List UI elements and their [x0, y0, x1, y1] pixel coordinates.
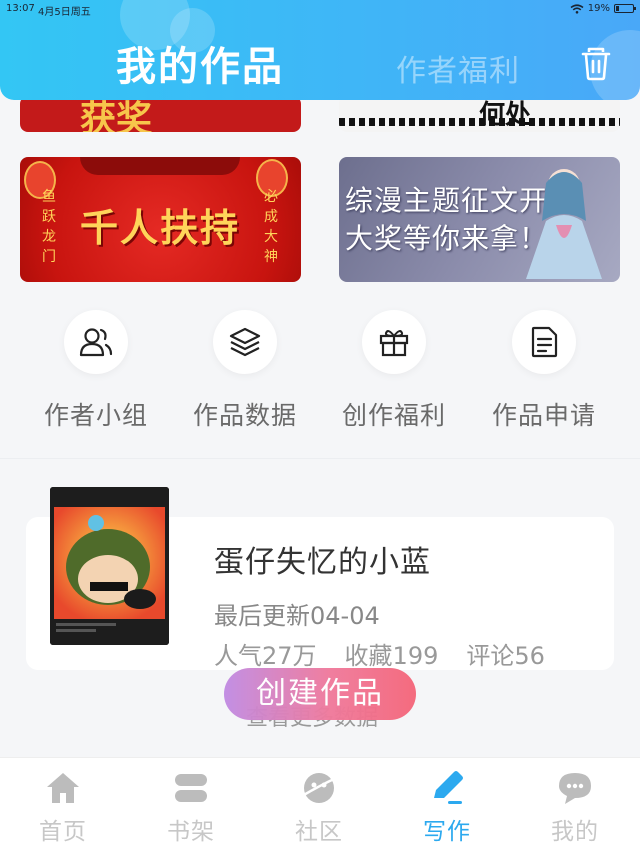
nav-label: 社区: [295, 819, 343, 845]
stat-popularity: 人气27万: [214, 642, 317, 670]
nav-community[interactable]: 社区: [269, 768, 369, 846]
planet-icon: [301, 773, 337, 803]
nav-label: 书架: [167, 819, 215, 845]
bookshelf-icon: [175, 774, 207, 802]
nav-label: 写作: [423, 819, 471, 845]
banner-top-left-text: 获奖: [80, 99, 153, 132]
stat-favorites: 收藏199: [344, 642, 439, 670]
status-time: 13:07: [6, 3, 35, 14]
bottom-nav: 首页 书架 社区 写作 我的: [0, 757, 640, 853]
gift-icon: [379, 330, 409, 357]
nav-write[interactable]: 写作: [397, 768, 497, 846]
battery-level: [616, 6, 620, 11]
status-bar: 13:07 4月5日周五 19%: [0, 0, 640, 18]
entry-circle: [64, 310, 128, 374]
trash-icon[interactable]: [580, 46, 612, 82]
entry-label: 作者小组: [43, 401, 148, 430]
work-title[interactable]: 蛋仔失忆的小蓝: [214, 537, 431, 581]
entry-circle: [512, 310, 576, 374]
work-stats: 人气27万 收藏199 评论56: [214, 636, 545, 671]
nav-label: 我的: [551, 819, 599, 845]
banner-thousand-support[interactable]: 鱼跃龙门 必成大神 千人扶持: [20, 157, 301, 282]
banner-side-right: 必成大神: [264, 189, 278, 265]
banner-side-left: 鱼跃龙门: [42, 189, 56, 265]
battery-icon: [614, 4, 636, 13]
chat-icon: [559, 773, 591, 804]
banner-essay-contest[interactable]: 综漫主题征文开启 大奖等你来拿！: [339, 157, 620, 282]
cover-illustration: [50, 487, 169, 645]
entry-label: 作品申请: [491, 401, 596, 430]
entry-work-application[interactable]: 作品申请: [474, 310, 614, 432]
nav-label: 首页: [39, 819, 87, 845]
nav-icon-wrap: [141, 768, 241, 808]
nav-icon-wrap: [269, 768, 369, 808]
nav-bookshelf[interactable]: 书架: [141, 768, 241, 846]
banner-curtain: [80, 157, 240, 175]
entry-work-data[interactable]: 作品数据: [175, 310, 315, 432]
entry-circle: [213, 310, 277, 374]
entry-label: 作品数据: [192, 401, 297, 430]
banner-title: 千人扶持: [80, 205, 241, 250]
banner-top-right-text: 何处: [479, 100, 532, 130]
anime-figure-illustration: [526, 169, 602, 279]
battery-percent: 19%: [587, 3, 610, 14]
banner-top-right[interactable]: 何处: [339, 96, 620, 132]
entry-circle: [362, 310, 426, 374]
section-divider: [0, 458, 640, 459]
tab-my-works[interactable]: 我的作品: [116, 34, 284, 92]
users-icon: [79, 328, 113, 357]
status-right: 19%: [570, 3, 636, 14]
nav-mine[interactable]: 我的: [525, 768, 625, 846]
nav-icon-wrap: [525, 768, 625, 808]
work-cover[interactable]: [50, 487, 169, 645]
home-icon: [47, 773, 79, 803]
create-work-button[interactable]: 创建作品: [224, 668, 416, 720]
stat-comments: 评论56: [466, 642, 545, 670]
top-header: 13:07 4月5日周五 19% 我的作品 作者福利: [0, 0, 640, 100]
entry-author-group[interactable]: 作者小组: [26, 310, 166, 432]
status-date: 4月5日周五: [38, 7, 91, 18]
banner-top-left[interactable]: 获奖: [20, 96, 301, 132]
tab-author-welfare[interactable]: 作者福利: [396, 46, 520, 90]
pen-icon: [434, 771, 463, 804]
wifi-icon: [570, 3, 584, 14]
document-icon: [531, 326, 558, 358]
work-last-updated: 最后更新04-04: [214, 602, 380, 630]
nav-icon-wrap: [397, 768, 497, 808]
layers-icon: [229, 327, 261, 357]
nav-icon-wrap: [13, 768, 113, 808]
entry-creation-welfare[interactable]: 创作福利: [324, 310, 464, 432]
entry-label: 创作福利: [341, 401, 446, 430]
nav-home[interactable]: 首页: [13, 768, 113, 846]
